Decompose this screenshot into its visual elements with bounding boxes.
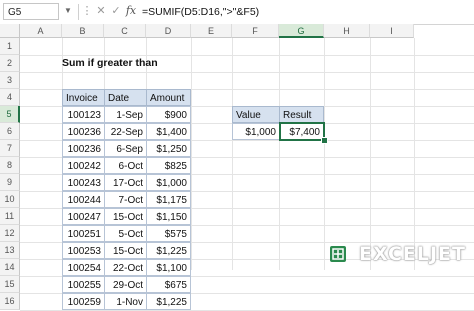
row-header-12[interactable]: 12 — [0, 225, 20, 242]
column-header-b[interactable]: B — [62, 24, 104, 38]
active-cell-outline — [279, 122, 325, 141]
exceljet-logo-text: EXCELJET — [359, 243, 466, 265]
table-cell-amount[interactable]: $825 — [146, 157, 191, 174]
worksheet-grid[interactable]: ABCDEFGHI 1 2 3 4 5 6 7 8 9 10 11 12 13 14 15 16 Sum if… — [0, 24, 474, 311]
row-header-6[interactable]: 6 — [0, 123, 20, 140]
table-cell-invoice[interactable]: 100247 — [62, 208, 105, 225]
table-cell-invoice[interactable]: 100243 — [62, 174, 105, 191]
table-cell-date[interactable]: 6-Sep — [104, 140, 147, 157]
sheet-title: Sum if greater than — [62, 57, 158, 69]
row-header-5[interactable]: 5 — [0, 106, 20, 123]
table-header-invoice: Invoice — [62, 89, 105, 106]
table-cell-amount[interactable]: $1,000 — [146, 174, 191, 191]
table-cell-date[interactable]: 6-Oct — [104, 157, 147, 174]
table-cell-date[interactable]: 17-Oct — [104, 174, 147, 191]
table-cell-amount[interactable]: $1,225 — [146, 242, 191, 259]
table-cell-amount[interactable]: $1,250 — [146, 140, 191, 157]
table-cell-date[interactable]: 1-Sep — [104, 106, 147, 123]
row-header-1[interactable]: 1 — [0, 38, 20, 55]
row-header-10[interactable]: 10 — [0, 191, 20, 208]
formula-input[interactable]: =SUMIF(D5:D16,">"&F5) — [142, 3, 470, 21]
value-header: Value — [232, 106, 280, 123]
table-cell-date[interactable]: 5-Oct — [104, 225, 147, 242]
table-cell-invoice[interactable]: 100236 — [62, 140, 105, 157]
table-cell-amount[interactable]: $1,175 — [146, 191, 191, 208]
row-header-14[interactable]: 14 — [0, 259, 20, 276]
table-cell-date[interactable]: 15-Oct — [104, 242, 147, 259]
table-cell-date[interactable]: 15-Oct — [104, 208, 147, 225]
table-cell-invoice[interactable]: 100236 — [62, 123, 105, 140]
row-header-7[interactable]: 7 — [0, 140, 20, 157]
formula-bar: G5 ▼ ⋮ ✕ ✓ fx =SUMIF(D5:D16,">"&F5) — [0, 0, 474, 25]
table-cell-date[interactable]: 22-Sep — [104, 123, 147, 140]
row-header-15[interactable]: 15 — [0, 276, 20, 293]
row-header-16[interactable]: 16 — [0, 293, 20, 310]
function-icon[interactable]: fx — [124, 4, 138, 17]
table-cell-amount[interactable]: $1,400 — [146, 123, 191, 140]
row-header-13[interactable]: 13 — [0, 242, 20, 259]
row-header-9[interactable]: 9 — [0, 174, 20, 191]
column-header-h[interactable]: H — [324, 24, 370, 38]
fill-handle[interactable] — [321, 137, 328, 144]
column-header-f[interactable]: F — [232, 24, 279, 38]
chevron-down-icon[interactable]: ▼ — [64, 6, 72, 15]
table-cell-amount[interactable]: $1,100 — [146, 259, 191, 276]
table-cell-amount[interactable]: $575 — [146, 225, 191, 242]
gridline-horizontal — [20, 72, 474, 73]
table-cell-invoice[interactable]: 100254 — [62, 259, 105, 276]
table-cell-invoice[interactable]: 100251 — [62, 225, 105, 242]
table-cell-amount[interactable]: $675 — [146, 276, 191, 293]
cancel-icon[interactable]: ✕ — [94, 4, 108, 17]
enter-check-icon[interactable]: ✓ — [109, 4, 123, 17]
table-cell-amount[interactable]: $1,225 — [146, 293, 191, 310]
table-cell-invoice[interactable]: 100255 — [62, 276, 105, 293]
name-box[interactable]: G5 — [3, 3, 59, 20]
table-cell-date[interactable]: 29-Oct — [104, 276, 147, 293]
table-cell-invoice[interactable]: 100253 — [62, 242, 105, 259]
table-cell-amount[interactable]: $1,150 — [146, 208, 191, 225]
table-cell-invoice[interactable]: 100242 — [62, 157, 105, 174]
row-header-3[interactable]: 3 — [0, 72, 20, 89]
column-header-d[interactable]: D — [146, 24, 191, 38]
table-cell-date[interactable]: 1-Nov — [104, 293, 147, 310]
formula-bar-divider — [78, 4, 79, 20]
exceljet-logo-icon — [330, 246, 346, 262]
table-cell-date[interactable]: 7-Oct — [104, 191, 147, 208]
value-cell[interactable]: $1,000 — [232, 123, 280, 140]
column-header-g[interactable]: G — [279, 24, 324, 38]
column-header-e[interactable]: E — [191, 24, 232, 38]
table-cell-invoice[interactable]: 100259 — [62, 293, 105, 310]
result-header: Result — [279, 106, 324, 123]
column-header-i[interactable]: I — [370, 24, 414, 38]
table-header-amount: Amount — [146, 89, 191, 106]
table-cell-invoice[interactable]: 100123 — [62, 106, 105, 123]
row-header-2[interactable]: 2 — [0, 55, 20, 72]
select-all-corner[interactable] — [0, 24, 20, 38]
row-header-4[interactable]: 4 — [0, 89, 20, 106]
table-cell-invoice[interactable]: 100244 — [62, 191, 105, 208]
table-cell-amount[interactable]: $900 — [146, 106, 191, 123]
column-header-a[interactable]: A — [20, 24, 62, 38]
table-header-date: Date — [104, 89, 147, 106]
more-options-icon: ⋮ — [81, 5, 93, 17]
row-header-8[interactable]: 8 — [0, 157, 20, 174]
row-header-11[interactable]: 11 — [0, 208, 20, 225]
table-cell-date[interactable]: 22-Oct — [104, 259, 147, 276]
column-header-c[interactable]: C — [104, 24, 146, 38]
